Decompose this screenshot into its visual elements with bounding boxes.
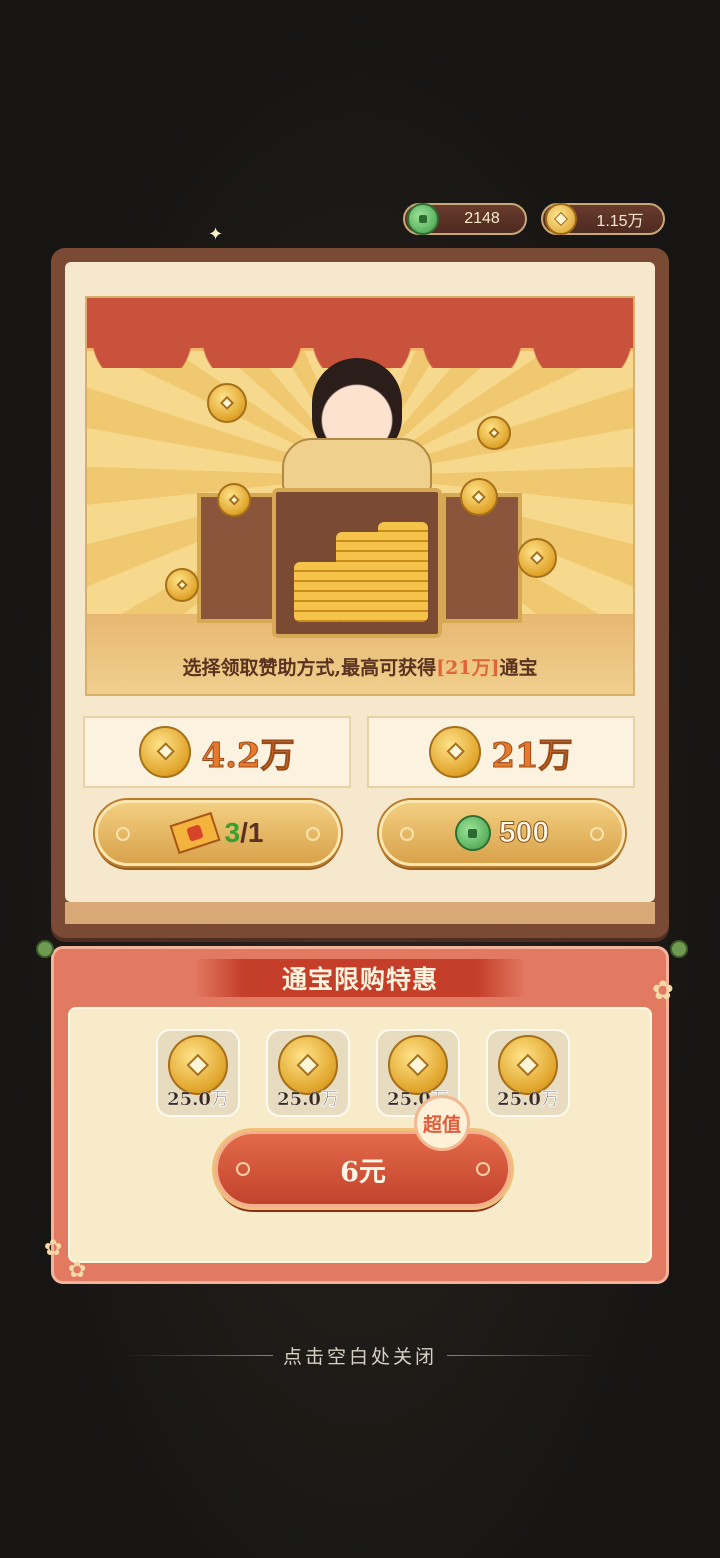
treasure-cabinet bbox=[272, 488, 442, 638]
jade-coin-icon bbox=[407, 203, 439, 235]
button-ornament bbox=[476, 1162, 490, 1176]
value-badge-label: 超值 bbox=[422, 1113, 461, 1136]
ticket-count: 3/1 bbox=[224, 817, 264, 848]
button-ornament bbox=[590, 827, 604, 841]
jade-currency-chip[interactable]: 2148 bbox=[403, 203, 527, 235]
gold-coin-icon bbox=[139, 726, 192, 778]
jade-currency-value: 2148 bbox=[464, 210, 500, 227]
jade-coin-icon bbox=[454, 815, 491, 851]
close-hint-text: 点击空白处关闭 bbox=[282, 1345, 437, 1368]
button-ornament bbox=[306, 827, 320, 841]
sponsor-panel: 选择领取赞助方式,最高可获得[21万]通宝 4.2万 21万 3/1 500 bbox=[51, 248, 669, 938]
offer-content: 25.0万 25.0万 25.0万 25.0万 6元 超值 bbox=[68, 1007, 652, 1263]
reward-option-2: 21万 bbox=[367, 716, 635, 788]
offer-item-amount: 25.0万 bbox=[277, 1089, 339, 1110]
offer-item: 25.0万 bbox=[156, 1029, 240, 1117]
sponsor-caption: 选择领取赞助方式,最高可获得[21万]通宝 bbox=[182, 657, 538, 679]
offer-item: 25.0万 bbox=[266, 1029, 350, 1117]
button-ornament bbox=[116, 827, 130, 841]
coin-stack bbox=[378, 522, 428, 622]
sponsor-illustration: 选择领取赞助方式,最高可获得[21万]通宝 bbox=[85, 296, 635, 696]
flying-coin-icon bbox=[217, 483, 251, 517]
divider bbox=[447, 1354, 597, 1356]
gold-currency-chip[interactable]: 1.15万 bbox=[541, 203, 665, 235]
reward-option-1: 4.2万 bbox=[83, 716, 351, 788]
offer-title: 通宝限购特惠 bbox=[281, 965, 438, 994]
flying-coin-icon bbox=[165, 568, 199, 602]
limited-offer-panel: 通宝限购特惠 25.0万 25.0万 25.0万 25.0万 6元 超值 bbox=[51, 946, 669, 1284]
flying-coin-icon bbox=[477, 416, 511, 450]
button-ornament bbox=[400, 827, 414, 841]
offer-item-amount: 25.0万 bbox=[167, 1089, 229, 1110]
offer-item: 25.0万 bbox=[486, 1029, 570, 1117]
flying-coin-icon bbox=[460, 478, 498, 516]
close-hint[interactable]: 点击空白处关闭 bbox=[0, 1340, 720, 1370]
offer-item-amount: 25.0万 bbox=[497, 1089, 559, 1110]
flying-coin-icon bbox=[517, 538, 557, 578]
sparkle-icon: ✦ bbox=[208, 224, 224, 245]
button-ornament bbox=[236, 1162, 250, 1176]
gold-coin-icon bbox=[545, 203, 577, 235]
knot-ornament-icon bbox=[36, 940, 54, 958]
knot-ornament-icon bbox=[670, 940, 688, 958]
reward-amount-2: 21万 bbox=[491, 735, 573, 776]
gold-currency-value: 1.15万 bbox=[596, 213, 644, 230]
buy-offer-button[interactable]: 6元 bbox=[215, 1131, 511, 1207]
flying-coin-icon bbox=[207, 383, 247, 423]
panel-bottom-band bbox=[65, 902, 655, 924]
flower-ornament-icon: ✿ bbox=[652, 976, 674, 1006]
character-body bbox=[282, 438, 432, 493]
offer-price: 6元 bbox=[340, 1156, 386, 1188]
caption-highlight: [21万] bbox=[436, 657, 500, 679]
value-badge: 超值 bbox=[414, 1095, 470, 1151]
gold-coin-icon bbox=[429, 726, 482, 778]
ticket-icon bbox=[168, 811, 221, 855]
claim-with-jade-button[interactable]: 500 bbox=[379, 800, 625, 866]
jade-cost: 500 bbox=[498, 816, 550, 850]
flower-ornament-icon: ✿ bbox=[44, 1236, 63, 1261]
claim-with-ticket-button[interactable]: 3/1 bbox=[95, 800, 341, 866]
flower-ornament-icon: ✿ bbox=[68, 1258, 87, 1283]
divider bbox=[122, 1354, 273, 1356]
reward-amount-1: 4.2万 bbox=[201, 735, 295, 776]
offer-title-bar: 通宝限购特惠 bbox=[194, 959, 526, 997]
